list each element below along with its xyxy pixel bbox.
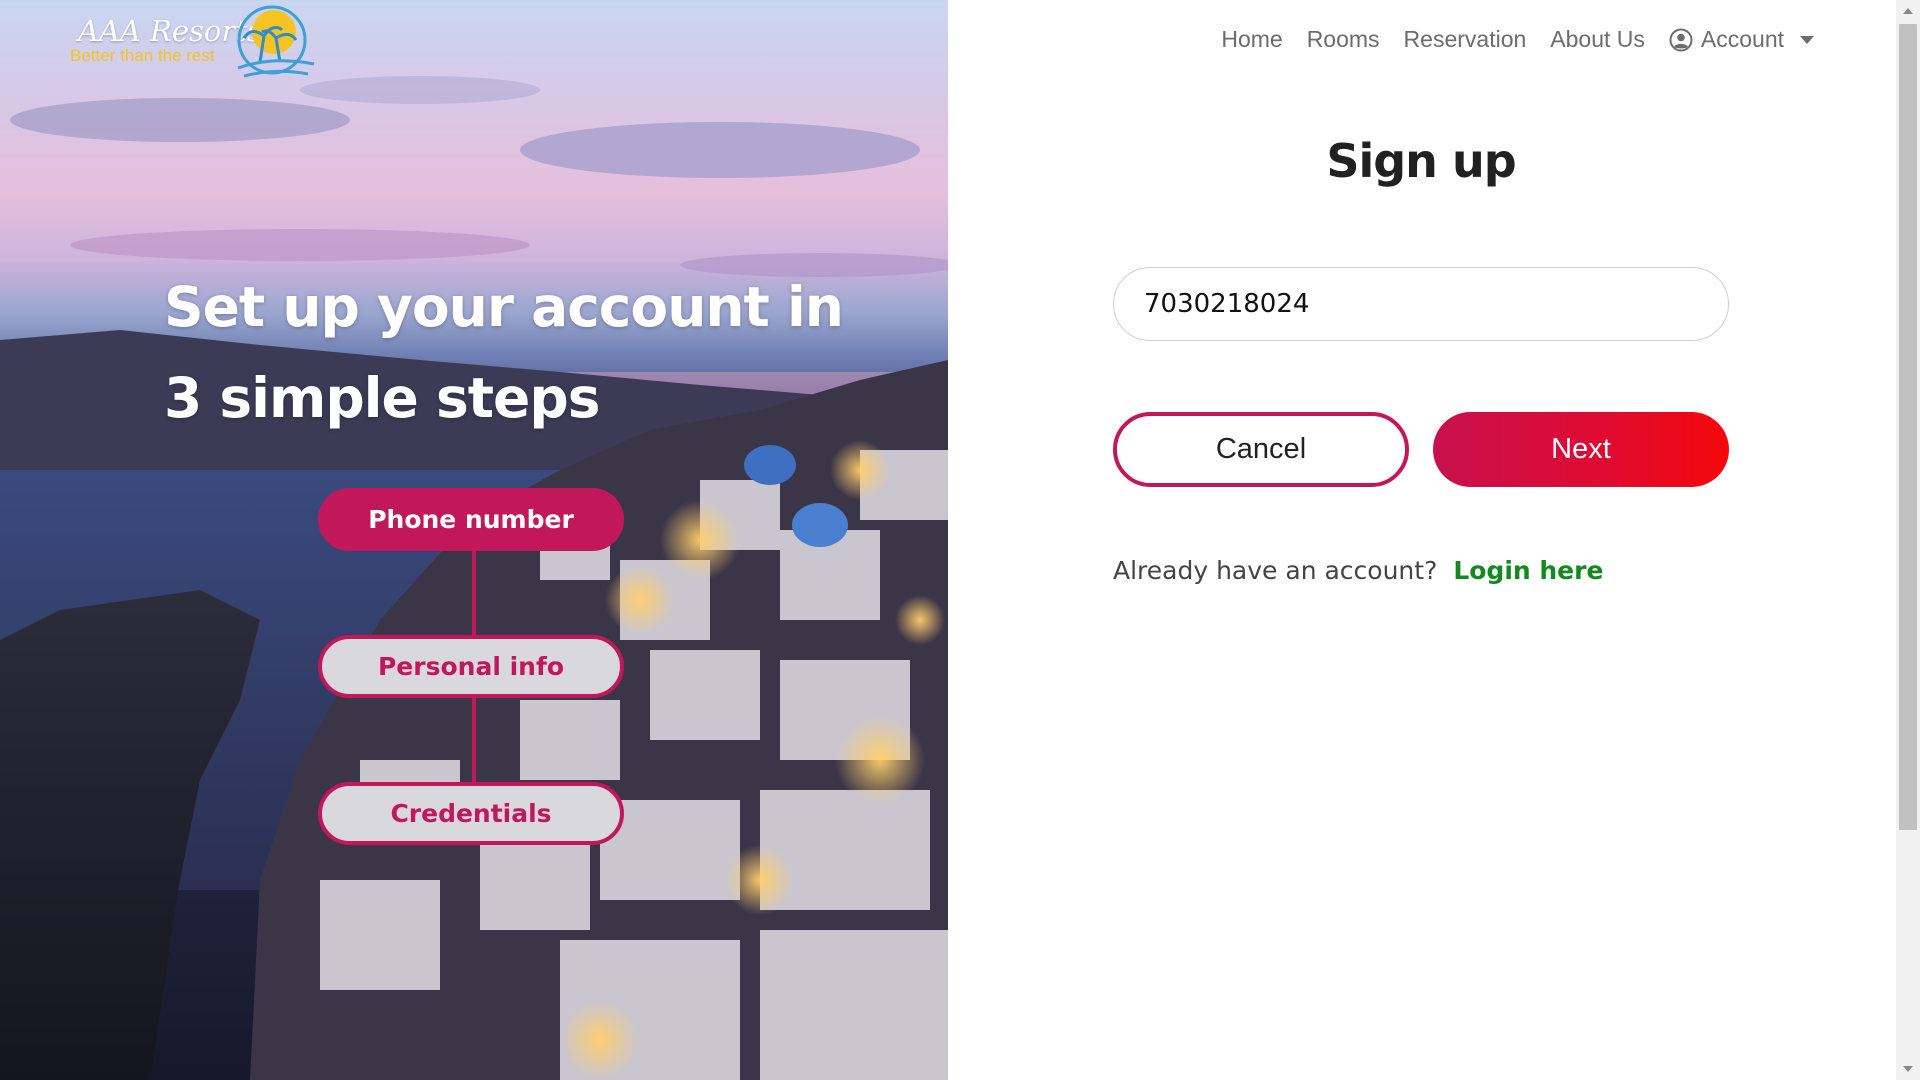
- step-personal-info: Personal info: [318, 635, 624, 698]
- cancel-button[interactable]: Cancel: [1113, 412, 1409, 487]
- phone-number-input[interactable]: [1113, 267, 1729, 341]
- user-circle-icon: [1669, 28, 1693, 51]
- signup-steps: Phone number Personal info Credentials: [318, 486, 630, 851]
- main-nav: Home Rooms Reservation About Us Account: [1221, 26, 1814, 53]
- login-link[interactable]: Login here: [1453, 556, 1603, 585]
- page-title: Sign up: [1326, 134, 1516, 188]
- next-button[interactable]: Next: [1433, 412, 1729, 487]
- brand-tagline: Better than the rest: [70, 46, 215, 65]
- login-prompt-text: Already have an account?: [1113, 556, 1438, 585]
- scroll-up-arrow-icon[interactable]: [1903, 8, 1913, 14]
- nav-reservation[interactable]: Reservation: [1404, 26, 1527, 53]
- hero-heading: Set up your account in 3 simple steps: [164, 262, 934, 444]
- brand-logo[interactable]: AAA Resorts Better than the rest: [70, 2, 330, 88]
- hero-panel: AAA Resorts Better than the rest Set up …: [0, 0, 948, 1080]
- page-scrollbar[interactable]: [1896, 0, 1920, 1080]
- nav-about-us[interactable]: About Us: [1550, 26, 1645, 53]
- chevron-down-icon: [1800, 35, 1814, 44]
- nav-rooms[interactable]: Rooms: [1307, 26, 1380, 53]
- nav-account-label: Account: [1700, 26, 1784, 52]
- step-phone-number: Phone number: [318, 488, 624, 551]
- scrollbar-thumb[interactable]: [1899, 24, 1917, 830]
- nav-home[interactable]: Home: [1221, 26, 1282, 53]
- step-credentials: Credentials: [318, 782, 624, 845]
- signup-page: AAA Resorts Better than the rest Set up …: [0, 0, 1920, 1080]
- nav-account-dropdown[interactable]: Account: [1669, 26, 1814, 53]
- scroll-down-arrow-icon[interactable]: [1903, 1066, 1913, 1072]
- login-prompt-row: Already have an account? Login here: [1113, 556, 1603, 585]
- hero-heading-line-1: Set up your account in: [164, 275, 844, 339]
- hero-heading-line-2: 3 simple steps: [164, 366, 600, 430]
- palm-sun-logo-icon: [237, 5, 315, 78]
